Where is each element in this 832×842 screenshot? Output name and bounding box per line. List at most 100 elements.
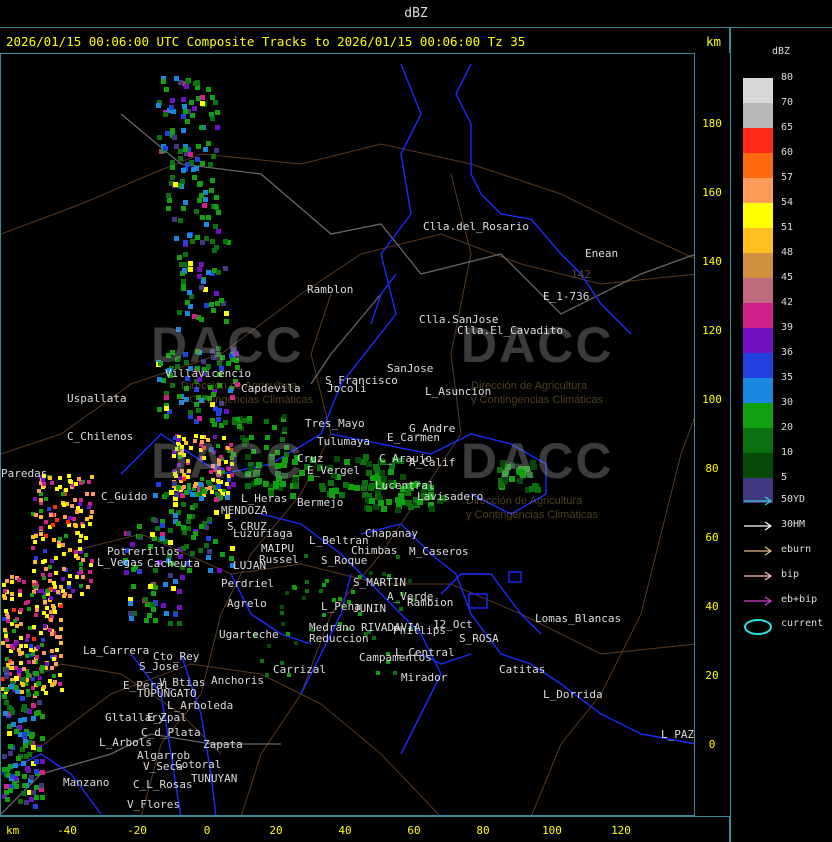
radar-echo-cell [280,611,284,615]
radar-echo-cell [5,579,9,583]
radar-echo-cell [34,613,38,617]
radar-echo-cell [43,549,47,553]
radar-echo-cell [15,624,19,628]
radar-echo-cell [200,101,205,106]
radar-echo-cell [27,660,31,664]
radar-echo-cell [2,594,6,598]
radar-echo-cell [22,732,27,737]
radar-echo-cell [6,619,10,623]
radar-echo-cell [44,497,48,501]
radar-echo-cell [41,537,45,541]
radar-echo-cell [26,634,30,638]
radar-echo-cell [18,593,22,597]
radar-echo-cell [18,589,22,593]
legend-swatch [743,153,773,178]
radar-echo-cell [2,583,6,587]
radar-echo-cell [173,579,178,584]
radar-echo-cell [372,636,376,640]
place-label: L_Dorrida [543,688,603,701]
x-tick-label: 0 [203,824,211,837]
radar-echo-cell [144,618,149,623]
radar-echo-cell [170,98,175,103]
radar-echo-cell [167,198,172,203]
radar-echo-cell [181,525,186,530]
radar-echo-cell [19,661,23,665]
radar-echo-cell [21,707,26,712]
radar-echo-cell [351,590,355,594]
radar-echo-cell [19,622,23,626]
radar-echo-cell [177,255,182,260]
radar-echo-cell [181,284,186,289]
radar-echo-cell [182,268,187,273]
radar-echo-cell [214,510,219,515]
legend-level-label: 20 [781,422,794,433]
radar-echo-cell [64,488,68,492]
radar-echo-cell [217,568,222,573]
place-label: Reduccion [309,632,369,645]
radar-echo-cell [190,492,195,497]
radar-echo-cell [67,474,71,478]
radar-echo-cell [87,505,91,509]
radar-echo-cell [216,210,221,215]
radar-echo-cell [168,528,173,533]
radar-echo-cell [68,574,72,578]
radar-echo-cell [25,766,30,771]
place-label: Ramblon [307,283,354,296]
radar-echo-cell [328,480,334,486]
radar-echo-cell [18,718,23,723]
radar-echo-cell [27,709,32,714]
radar-echo-cell [223,420,228,425]
radar-echo-cell [194,166,199,171]
map-title-bar: 2026/01/15 00:06:00 UTC Composite Tracks… [0,28,730,53]
radar-echo-cell [188,267,193,272]
radar-echo-cell [200,240,205,245]
radar-echo-cell [177,310,182,315]
radar-echo-cell [168,573,173,578]
radar-echo-cell [41,560,45,564]
radar-echo-cell [53,610,57,614]
radar-echo-cell [381,506,387,512]
radar-echo-cell [39,498,43,502]
radar-echo-cell [59,618,63,622]
radar-echo-cell [33,804,38,809]
radar-echo-cell [197,416,202,421]
radar-echo-cell [174,76,179,81]
radar-echo-cell [209,302,214,307]
radar-echo-cell [29,734,34,739]
radar-echo-cell [166,206,171,211]
radar-echo-cell [214,148,219,153]
radar-map[interactable]: DACC DACC DACC DACC Dirección de Agricul… [0,53,695,816]
radar-echo-cell [18,799,23,804]
radar-echo-cell [247,416,252,421]
legend-level-label: 39 [781,322,794,333]
place-label: Manzano [63,776,110,789]
radar-echo-cell [206,536,211,541]
radar-echo-cell [393,671,397,675]
y-tick-label: 160 [702,186,722,199]
y-tick-label: 60 [705,531,719,544]
radar-echo-cell [84,536,88,540]
radar-echo-cell [43,600,47,604]
radar-echo-cell [210,178,215,183]
radar-echo-cell [200,215,205,220]
radar-echo-cell [170,128,175,133]
radar-echo-cell [185,79,190,84]
radar-echo-cell [34,711,39,716]
radar-echo-cell [81,524,85,528]
y-tick-label: 120 [702,324,722,337]
radar-echo-cell [78,547,82,551]
radar-echo-cell [177,621,182,626]
radar-echo-cell [170,160,175,165]
radar-echo-cell [362,480,368,486]
radar-echo-cell [173,182,178,187]
x-tick-label: 80 [476,824,490,837]
radar-echo-cell [79,570,83,574]
radar-echo-cell [42,685,46,689]
radar-echo-cell [5,797,10,802]
radar-echo-cell [85,517,89,521]
legend-title: dBZ [771,46,791,57]
radar-echo-cell [7,731,12,736]
place-label: La_Carrera [83,644,150,657]
radar-echo-cell [386,499,392,505]
radar-echo-cell [199,285,204,290]
